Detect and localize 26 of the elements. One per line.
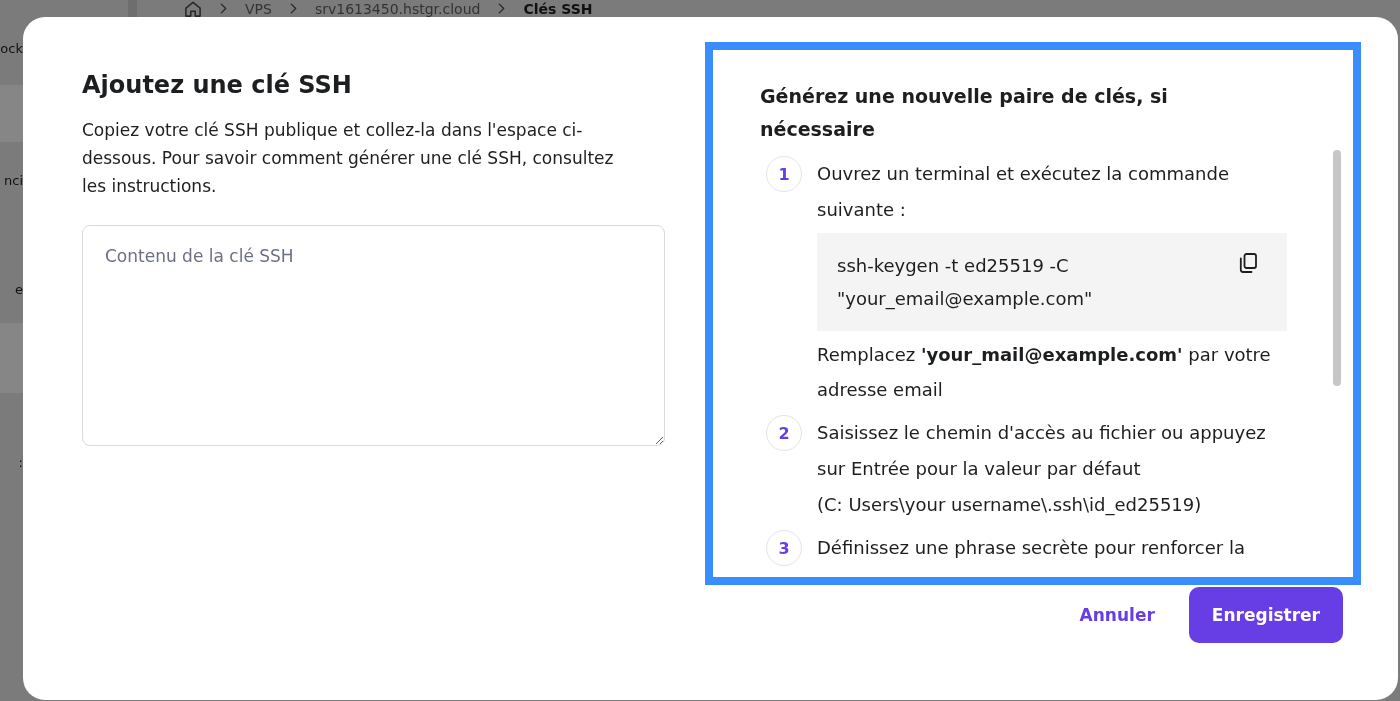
cancel-button[interactable]: Annuler [1063, 593, 1171, 637]
home-icon[interactable] [184, 0, 202, 17]
breadcrumb-link[interactable]: VPS [245, 0, 272, 17]
chevron-right-icon [220, 3, 227, 14]
save-button[interactable]: Enregistrer [1188, 587, 1343, 643]
chevron-right-icon [289, 3, 297, 14]
dialog-description: Copiez votre clé SSH publique et collez-la dans l'espace ci-dessous. Pour savoir comment générer une clé SSH, consultez les instructions. [82, 119, 615, 198]
sidebar-border [128, 0, 137, 17]
command-text: ssh-keygen -t ed25519 -C "your_email@example.com" [837, 254, 1094, 312]
step-text: Ouvrez un terminal et exécutez la commande suivante : [817, 162, 1230, 222]
scrollbar-thumb[interactable] [1333, 150, 1341, 386]
sidebar-item-label[interactable]: : [18, 454, 23, 472]
instructions-title: Générez une nouvelle paire de clés, si nécessaire [760, 84, 1169, 142]
sidebar-item-label[interactable]: nci [4, 172, 23, 190]
breadcrumb-link[interactable]: srv1613450.hstgr.cloud [314, 0, 481, 17]
chevron-right-icon [498, 3, 506, 14]
step-text: Saisissez le chemin d'accès au fichier ou appuyez sur Entrée pour la valeur par défaut [817, 421, 1267, 481]
breadcrumb-current: Clés SSH [523, 0, 593, 17]
step-note: (C: Users\your username\.ssh\id_ed25519) [817, 493, 1202, 518]
sidebar-item-label[interactable]: e [15, 281, 23, 299]
ssh-key-field[interactable]: Contenu de la clé SSH [82, 225, 665, 446]
step-text: Définissez une phrase secrète pour renforcer la [817, 536, 1245, 560]
dialog-title: Ajoutez une clé SSH [82, 70, 352, 101]
sidebar-item-label[interactable]: ock [0, 40, 23, 58]
step-note: Remplacez 'your_mail@example.com' par votre adresse email [817, 343, 1272, 402]
copy-icon[interactable] [1239, 253, 1257, 273]
